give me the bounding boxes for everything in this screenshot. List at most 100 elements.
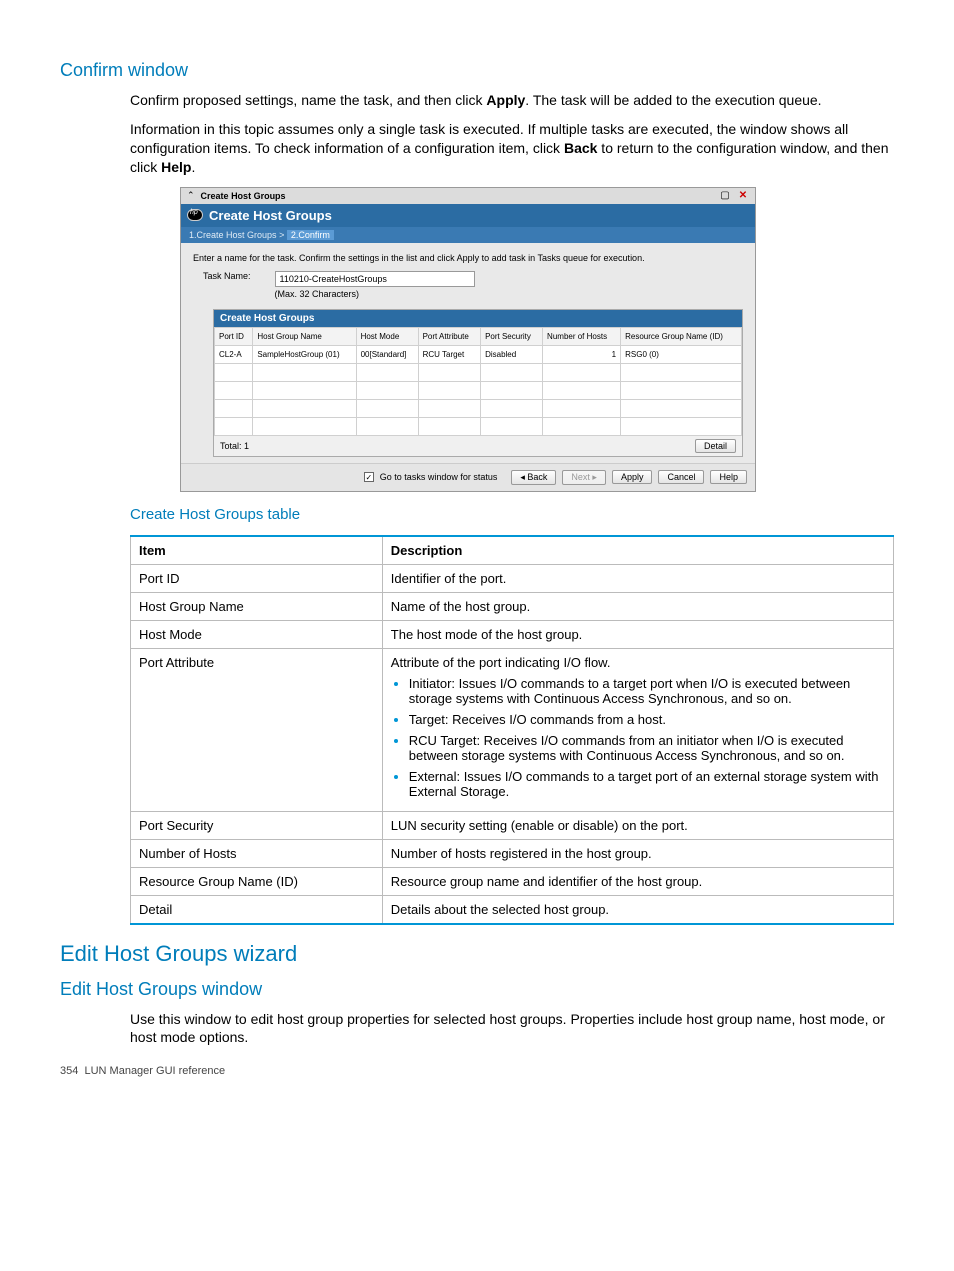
panel-title: Create Host Groups (214, 310, 742, 327)
desc-cell: Number of hosts registered in the host g… (382, 839, 893, 867)
section-heading-edit-window: Edit Host Groups window (60, 979, 894, 1000)
breadcrumb-step-2: 2.Confirm (287, 230, 334, 240)
dialog-create-host-groups: ⌃ Create Host Groups ▢ ✕ Create Host Gro… (180, 187, 756, 492)
table-section-heading: Create Host Groups table (130, 506, 894, 523)
desc-cell: Details about the selected host group. (382, 895, 893, 924)
help-button[interactable]: Help (710, 470, 747, 484)
text-bold: Back (564, 140, 597, 156)
item-cell: Port ID (131, 564, 383, 592)
dialog-header-title: Create Host Groups (209, 208, 332, 223)
cell-host-mode: 00[Standard] (356, 345, 418, 363)
col-port-id: Port ID (215, 327, 253, 345)
section-heading-edit-wizard: Edit Host Groups wizard (60, 941, 894, 967)
table-row-empty (215, 417, 742, 435)
panel-footer: Total: 1 Detail (214, 436, 742, 456)
text: . The task will be added to the executio… (525, 92, 821, 108)
back-button-label: Back (527, 472, 547, 482)
cell-resource-group: RSG0 (0) (621, 345, 742, 363)
desc-cell: Attribute of the port indicating I/O flo… (382, 648, 893, 811)
desc-row: Host Group Name Name of the host group. (131, 592, 894, 620)
task-name-hint: (Max. 32 Characters) (275, 289, 475, 299)
cell-port-attr: RCU Target (418, 345, 480, 363)
go-to-tasks-label: Go to tasks window for status (380, 472, 498, 482)
dialog-title: Create Host Groups (201, 191, 286, 201)
desc-row: Port Security LUN security setting (enab… (131, 811, 894, 839)
item-cell: Host Mode (131, 620, 383, 648)
task-name-row: Task Name: 110210-CreateHostGroups (Max.… (193, 271, 743, 299)
wizard-breadcrumb: 1.Create Host Groups > 2.Confirm (181, 227, 755, 243)
maximize-button[interactable]: ▢ (719, 190, 731, 202)
cancel-button[interactable]: Cancel (658, 470, 704, 484)
edit-paragraph: Use this window to edit host group prope… (130, 1010, 894, 1048)
col-item: Item (131, 536, 383, 565)
col-host-mode: Host Mode (356, 327, 418, 345)
dialog-footer: ✓ Go to tasks window for status ◂ Back N… (181, 463, 755, 491)
col-number-of-hosts: Number of Hosts (543, 327, 621, 345)
desc-list: Initiator: Issues I/O commands to a targ… (409, 676, 885, 799)
table-row[interactable]: CL2-A SampleHostGroup (01) 00[Standard] … (215, 345, 742, 363)
apply-button[interactable]: Apply (612, 470, 653, 484)
task-name-input[interactable]: 110210-CreateHostGroups (275, 271, 475, 287)
list-item: Initiator: Issues I/O commands to a targ… (409, 676, 885, 706)
hp-logo-icon (187, 209, 203, 221)
desc-cell: Identifier of the port. (382, 564, 893, 592)
back-button[interactable]: ◂ Back (511, 470, 556, 485)
item-cell: Port Attribute (131, 648, 383, 811)
desc-row: Detail Details about the selected host g… (131, 895, 894, 924)
page-footer: 354 LUN Manager GUI reference (60, 1065, 894, 1077)
host-groups-table: Port ID Host Group Name Host Mode Port A… (214, 327, 742, 436)
page-number: 354 (60, 1065, 78, 1077)
desc-row: Resource Group Name (ID) Resource group … (131, 867, 894, 895)
section-heading-confirm: Confirm window (60, 60, 894, 81)
desc-cell: The host mode of the host group. (382, 620, 893, 648)
close-button[interactable]: ✕ (737, 190, 749, 202)
desc-row: Number of Hosts Number of hosts register… (131, 839, 894, 867)
create-host-groups-panel: Create Host Groups Port ID Host Group Na… (213, 309, 743, 457)
table-row-empty (215, 399, 742, 417)
item-cell: Detail (131, 895, 383, 924)
desc-cell: LUN security setting (enable or disable)… (382, 811, 893, 839)
text-bold: Help (161, 159, 191, 175)
item-cell: Resource Group Name (ID) (131, 867, 383, 895)
desc-cell: Resource group name and identifier of th… (382, 867, 893, 895)
desc-row: Port Attribute Attribute of the port ind… (131, 648, 894, 811)
task-name-label: Task Name: (203, 271, 251, 281)
total-label: Total: 1 (220, 441, 249, 451)
desc-intro: Attribute of the port indicating I/O flo… (391, 655, 611, 670)
dialog-body: Enter a name for the task. Confirm the s… (181, 243, 755, 463)
confirm-paragraph-1: Confirm proposed settings, name the task… (130, 91, 894, 110)
table-header-row: Port ID Host Group Name Host Mode Port A… (215, 327, 742, 345)
breadcrumb-step-1[interactable]: 1.Create Host Groups (189, 230, 277, 240)
desc-table-header-row: Item Description (131, 536, 894, 565)
cell-host-group-name: SampleHostGroup (01) (253, 345, 356, 363)
list-item: RCU Target: Receives I/O commands from a… (409, 733, 885, 763)
go-to-tasks-checkbox[interactable]: ✓ (364, 472, 374, 482)
description-table: Item Description Port ID Identifier of t… (130, 535, 894, 925)
col-description: Description (382, 536, 893, 565)
desc-cell: Name of the host group. (382, 592, 893, 620)
col-port-security: Port Security (481, 327, 543, 345)
table-row-empty (215, 381, 742, 399)
text: . (191, 159, 195, 175)
item-cell: Number of Hosts (131, 839, 383, 867)
cell-port-id: CL2-A (215, 345, 253, 363)
dialog-instruction: Enter a name for the task. Confirm the s… (193, 253, 743, 263)
item-cell: Port Security (131, 811, 383, 839)
confirm-paragraph-2: Information in this topic assumes only a… (130, 120, 894, 177)
col-host-group-name: Host Group Name (253, 327, 356, 345)
next-button: Next ▸ (562, 470, 606, 485)
text-bold: Apply (486, 92, 525, 108)
detail-button[interactable]: Detail (695, 439, 736, 453)
text: Confirm proposed settings, name the task… (130, 92, 486, 108)
breadcrumb-separator: > (279, 230, 284, 240)
dialog-header: Create Host Groups (181, 204, 755, 227)
col-port-attribute: Port Attribute (418, 327, 480, 345)
cell-num-hosts: 1 (543, 345, 621, 363)
desc-row: Port ID Identifier of the port. (131, 564, 894, 592)
chevron-up-icon[interactable]: ⌃ (187, 190, 195, 201)
table-row-empty (215, 363, 742, 381)
list-item: External: Issues I/O commands to a targe… (409, 769, 885, 799)
col-resource-group: Resource Group Name (ID) (621, 327, 742, 345)
list-item: Target: Receives I/O commands from a hos… (409, 712, 885, 727)
dialog-titlebar: ⌃ Create Host Groups ▢ ✕ (181, 188, 755, 204)
